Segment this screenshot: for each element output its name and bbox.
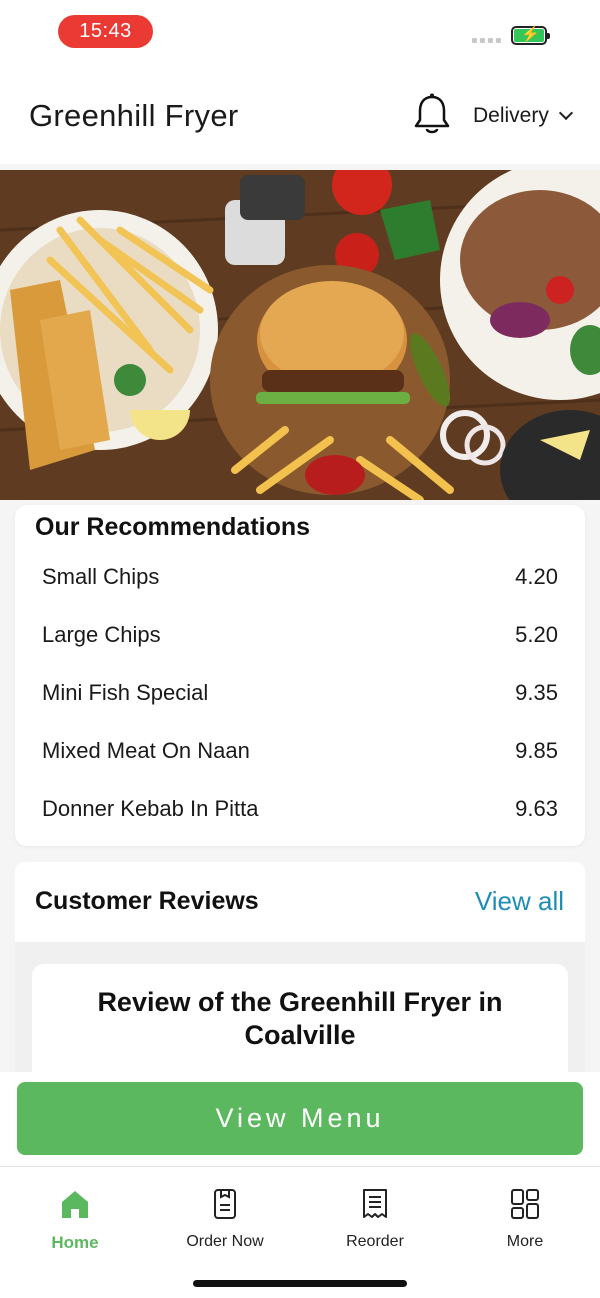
app-header: Greenhill Fryer Delivery (0, 64, 600, 164)
nav-label: Order Now (186, 1233, 264, 1250)
list-item[interactable]: Donner Kebab In Pitta 9.63 (42, 789, 558, 829)
nav-item-order-now[interactable]: Order Now (165, 1187, 285, 1251)
review-card-title: Review of the Greenhill Fryer in Coalvil… (97, 987, 503, 1050)
bottom-nav: Home Order Now Reorder More (0, 1166, 600, 1298)
signal-icon (472, 38, 501, 43)
view-menu-button[interactable]: View Menu (17, 1082, 583, 1155)
order-icon (214, 1189, 236, 1219)
nav-item-reorder[interactable]: Reorder (315, 1187, 435, 1251)
item-price: 5.20 (515, 622, 558, 647)
item-name: Small Chips (42, 564, 160, 589)
recommendations-title: Our Recommendations (35, 513, 311, 541)
reviews-header: Customer Reviews View all (15, 862, 585, 942)
bell-icon[interactable] (411, 92, 453, 138)
nav-item-home[interactable]: Home (15, 1187, 135, 1253)
list-item[interactable]: Large Chips 5.20 (42, 615, 558, 655)
nav-item-more[interactable]: More (465, 1187, 585, 1251)
battery-icon: ⚡ (511, 26, 550, 45)
item-price: 4.20 (515, 564, 558, 589)
home-icon (62, 1191, 88, 1218)
list-item[interactable]: Mini Fish Special 9.35 (42, 673, 558, 713)
item-price: 9.35 (515, 680, 558, 705)
recommendations-card: Our Recommendations Small Chips 4.20 Lar… (15, 505, 585, 846)
nav-label: Home (51, 1233, 99, 1252)
chevron-down-icon (558, 105, 573, 121)
status-bar: 15:43 ⚡ (0, 0, 600, 64)
status-time: 15:43 (58, 15, 153, 48)
review-card[interactable]: Review of the Greenhill Fryer in Coalvil… (32, 964, 568, 1082)
home-indicator (193, 1280, 407, 1287)
delivery-label: Delivery (473, 104, 549, 127)
page-title: Greenhill Fryer (29, 98, 239, 133)
item-name: Mixed Meat On Naan (42, 738, 250, 763)
list-item[interactable]: Small Chips 4.20 (42, 557, 558, 597)
item-name: Donner Kebab In Pitta (42, 796, 259, 821)
item-name: Mini Fish Special (42, 680, 209, 705)
item-name: Large Chips (42, 622, 161, 647)
food-banner-image (0, 170, 600, 500)
reviews-title: Customer Reviews (35, 887, 259, 915)
list-item[interactable]: Mixed Meat On Naan 9.85 (42, 731, 558, 771)
nav-label: More (506, 1233, 544, 1250)
view-all-link[interactable]: View all (475, 886, 564, 917)
nav-label: Reorder (346, 1233, 404, 1250)
item-price: 9.63 (515, 796, 558, 821)
cta-container: View Menu (0, 1072, 600, 1166)
delivery-selector[interactable]: Delivery (473, 104, 573, 128)
grid-icon (511, 1189, 539, 1219)
item-price: 9.85 (515, 738, 558, 763)
receipt-icon (363, 1189, 387, 1218)
